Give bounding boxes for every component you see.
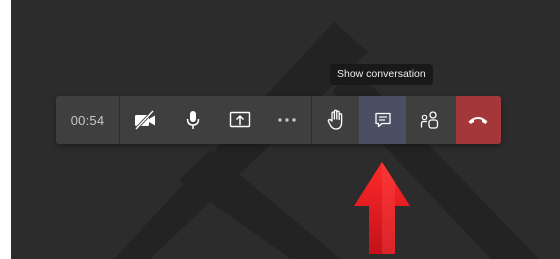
microphone-button[interactable] [169, 96, 216, 144]
more-actions-icon [278, 118, 297, 122]
annotation-arrow-up [354, 162, 410, 254]
microphone-icon [186, 111, 200, 129]
show-participants-button[interactable] [406, 96, 453, 144]
screenshot-stage: Show conversation 00:54 [0, 0, 560, 259]
more-actions-button[interactable] [264, 96, 311, 144]
raise-hand-button[interactable] [312, 96, 359, 144]
call-timer: 00:54 [70, 112, 105, 128]
phone-hangup-icon [468, 117, 488, 124]
camera-toggle-button[interactable] [120, 96, 169, 144]
show-conversation-tooltip: Show conversation [330, 64, 433, 85]
meeting-window: Show conversation 00:54 [11, 0, 560, 259]
raise-hand-icon [327, 109, 342, 130]
show-conversation-button[interactable] [359, 96, 407, 144]
share-screen-button[interactable] [216, 96, 263, 144]
chat-icon [375, 112, 391, 128]
hang-up-button[interactable] [455, 96, 501, 144]
people-icon [420, 111, 439, 129]
share-screen-icon [229, 111, 251, 128]
meeting-controls-toolbar: 00:54 [56, 96, 501, 144]
video-off-icon [134, 110, 155, 130]
